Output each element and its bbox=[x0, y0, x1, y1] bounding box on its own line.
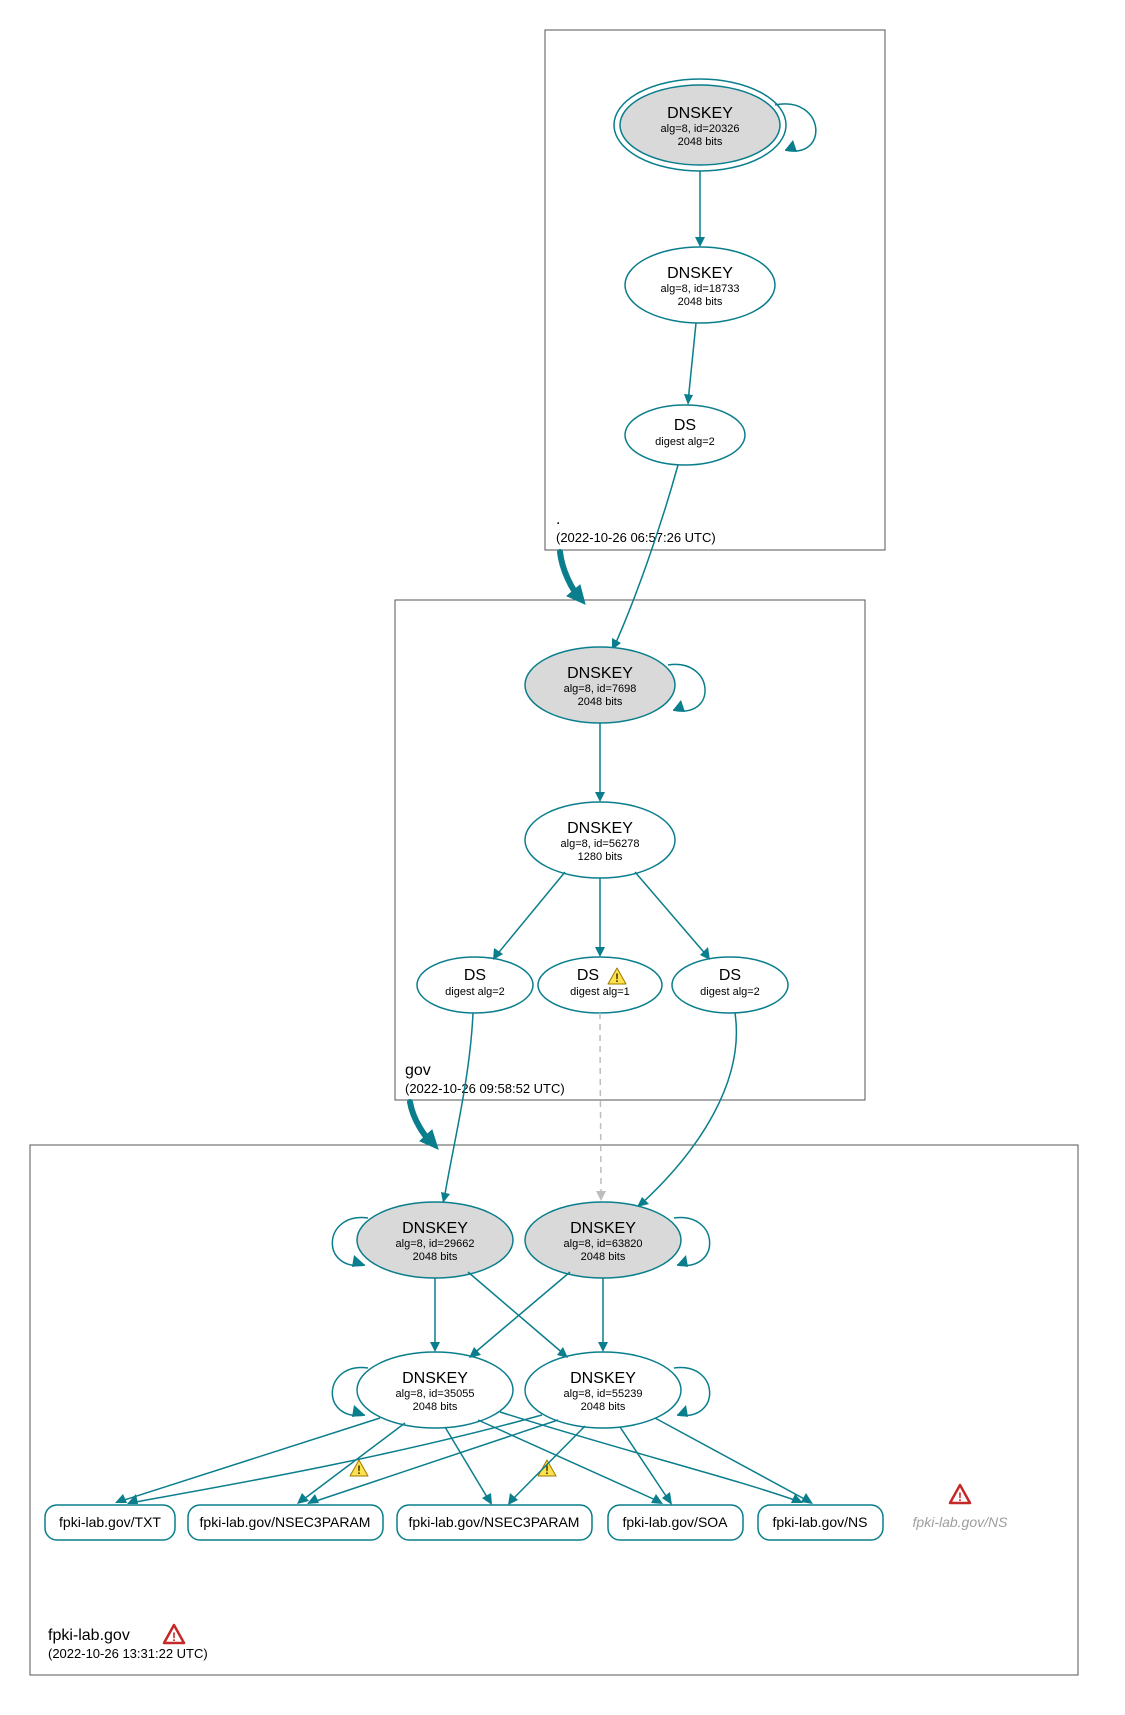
record-ns-error: fpki-lab.gov/NS ! bbox=[913, 1485, 1009, 1530]
svg-text:!: ! bbox=[958, 1490, 962, 1504]
svg-text:DNSKEY: DNSKEY bbox=[402, 1220, 468, 1237]
svg-text:alg=8, id=35055: alg=8, id=35055 bbox=[396, 1388, 475, 1400]
svg-text:alg=8, id=63820: alg=8, id=63820 bbox=[564, 1238, 643, 1250]
zone-gov-date: (2022-10-26 09:58:52 UTC) bbox=[405, 1081, 565, 1096]
record-ns: fpki-lab.gov/NS bbox=[758, 1505, 883, 1540]
zone-fpki-label: fpki-lab.gov bbox=[48, 1627, 130, 1644]
svg-text:2048 bits: 2048 bits bbox=[581, 1251, 626, 1263]
record-txt: fpki-lab.gov/TXT bbox=[45, 1505, 175, 1540]
gov-ksk-node: DNSKEY alg=8, id=7698 2048 bits bbox=[525, 647, 675, 723]
svg-text:DS: DS bbox=[464, 967, 486, 984]
record-nsec3param-1: fpki-lab.gov/NSEC3PARAM bbox=[188, 1505, 383, 1540]
svg-text:alg=8, id=7698: alg=8, id=7698 bbox=[564, 683, 637, 695]
warning-icon: ! bbox=[538, 1460, 556, 1477]
svg-text:!: ! bbox=[357, 1463, 361, 1477]
svg-text:alg=8, id=18733: alg=8, id=18733 bbox=[661, 283, 740, 295]
svg-text:2048 bits: 2048 bits bbox=[413, 1251, 458, 1263]
gov-ds1-node: DS digest alg=2 bbox=[417, 957, 533, 1013]
fpki-zsk1-node: DNSKEY alg=8, id=35055 2048 bits bbox=[357, 1352, 513, 1428]
svg-text:digest alg=2: digest alg=2 bbox=[445, 986, 505, 998]
fpki-ksk2-node: DNSKEY alg=8, id=63820 2048 bits bbox=[525, 1202, 681, 1278]
svg-text:fpki-lab.gov/NS: fpki-lab.gov/NS bbox=[913, 1514, 1009, 1530]
svg-text:fpki-lab.gov/NSEC3PARAM: fpki-lab.gov/NSEC3PARAM bbox=[200, 1514, 371, 1530]
gov-ds3-node: DS digest alg=2 bbox=[672, 957, 788, 1013]
svg-text:alg=8, id=20326: alg=8, id=20326 bbox=[661, 123, 740, 135]
svg-text:DNSKEY: DNSKEY bbox=[667, 265, 733, 282]
svg-text:2048 bits: 2048 bits bbox=[678, 136, 723, 148]
svg-text:2048 bits: 2048 bits bbox=[678, 296, 723, 308]
svg-text:fpki-lab.gov/NSEC3PARAM: fpki-lab.gov/NSEC3PARAM bbox=[409, 1514, 580, 1530]
record-nsec3param-2: fpki-lab.gov/NSEC3PARAM bbox=[397, 1505, 592, 1540]
svg-text:DNSKEY: DNSKEY bbox=[570, 1220, 636, 1237]
svg-text:DNSKEY: DNSKEY bbox=[667, 105, 733, 122]
svg-text:DNSKEY: DNSKEY bbox=[567, 665, 633, 682]
svg-text:digest alg=2: digest alg=2 bbox=[655, 436, 715, 448]
svg-text:digest alg=2: digest alg=2 bbox=[700, 986, 760, 998]
error-icon: ! bbox=[950, 1485, 970, 1504]
svg-text:2048 bits: 2048 bits bbox=[578, 696, 623, 708]
record-soa: fpki-lab.gov/SOA bbox=[608, 1505, 743, 1540]
svg-text:fpki-lab.gov/TXT: fpki-lab.gov/TXT bbox=[59, 1514, 161, 1530]
root-ds-node: DS digest alg=2 bbox=[625, 405, 745, 465]
zone-gov-label: gov bbox=[405, 1062, 431, 1079]
svg-text:alg=8, id=56278: alg=8, id=56278 bbox=[561, 838, 640, 850]
svg-text:2048 bits: 2048 bits bbox=[581, 1401, 626, 1413]
svg-text:DS: DS bbox=[719, 967, 741, 984]
svg-text:fpki-lab.gov/NS: fpki-lab.gov/NS bbox=[773, 1514, 868, 1530]
svg-text:2048 bits: 2048 bits bbox=[413, 1401, 458, 1413]
svg-text:DS: DS bbox=[674, 417, 696, 434]
zone-root-label: . bbox=[556, 511, 560, 528]
svg-text:fpki-lab.gov/SOA: fpki-lab.gov/SOA bbox=[622, 1514, 728, 1530]
svg-text:1280 bits: 1280 bits bbox=[578, 851, 623, 863]
dnssec-graph: . (2022-10-26 06:57:26 UTC) gov (2022-10… bbox=[0, 0, 1125, 1715]
gov-ds2-node: DS digest alg=1 ! bbox=[538, 957, 662, 1013]
fpki-ksk1-node: DNSKEY alg=8, id=29662 2048 bits bbox=[357, 1202, 513, 1278]
error-icon: ! bbox=[164, 1625, 184, 1644]
fpki-zsk2-node: DNSKEY alg=8, id=55239 2048 bits bbox=[525, 1352, 681, 1428]
svg-text:alg=8, id=55239: alg=8, id=55239 bbox=[564, 1388, 643, 1400]
svg-text:DS: DS bbox=[577, 967, 599, 984]
zone-fpki-date: (2022-10-26 13:31:22 UTC) bbox=[48, 1646, 208, 1661]
svg-text:digest alg=1: digest alg=1 bbox=[570, 986, 630, 998]
root-zsk-node: DNSKEY alg=8, id=18733 2048 bits bbox=[625, 247, 775, 323]
svg-text:!: ! bbox=[172, 1630, 176, 1644]
svg-text:DNSKEY: DNSKEY bbox=[570, 1370, 636, 1387]
root-ksk-node: DNSKEY alg=8, id=20326 2048 bits bbox=[614, 79, 786, 171]
svg-text:!: ! bbox=[615, 971, 619, 985]
svg-text:DNSKEY: DNSKEY bbox=[567, 820, 633, 837]
svg-text:DNSKEY: DNSKEY bbox=[402, 1370, 468, 1387]
svg-text:alg=8, id=29662: alg=8, id=29662 bbox=[396, 1238, 475, 1250]
gov-zsk-node: DNSKEY alg=8, id=56278 1280 bits bbox=[525, 802, 675, 878]
zone-root-date: (2022-10-26 06:57:26 UTC) bbox=[556, 530, 716, 545]
